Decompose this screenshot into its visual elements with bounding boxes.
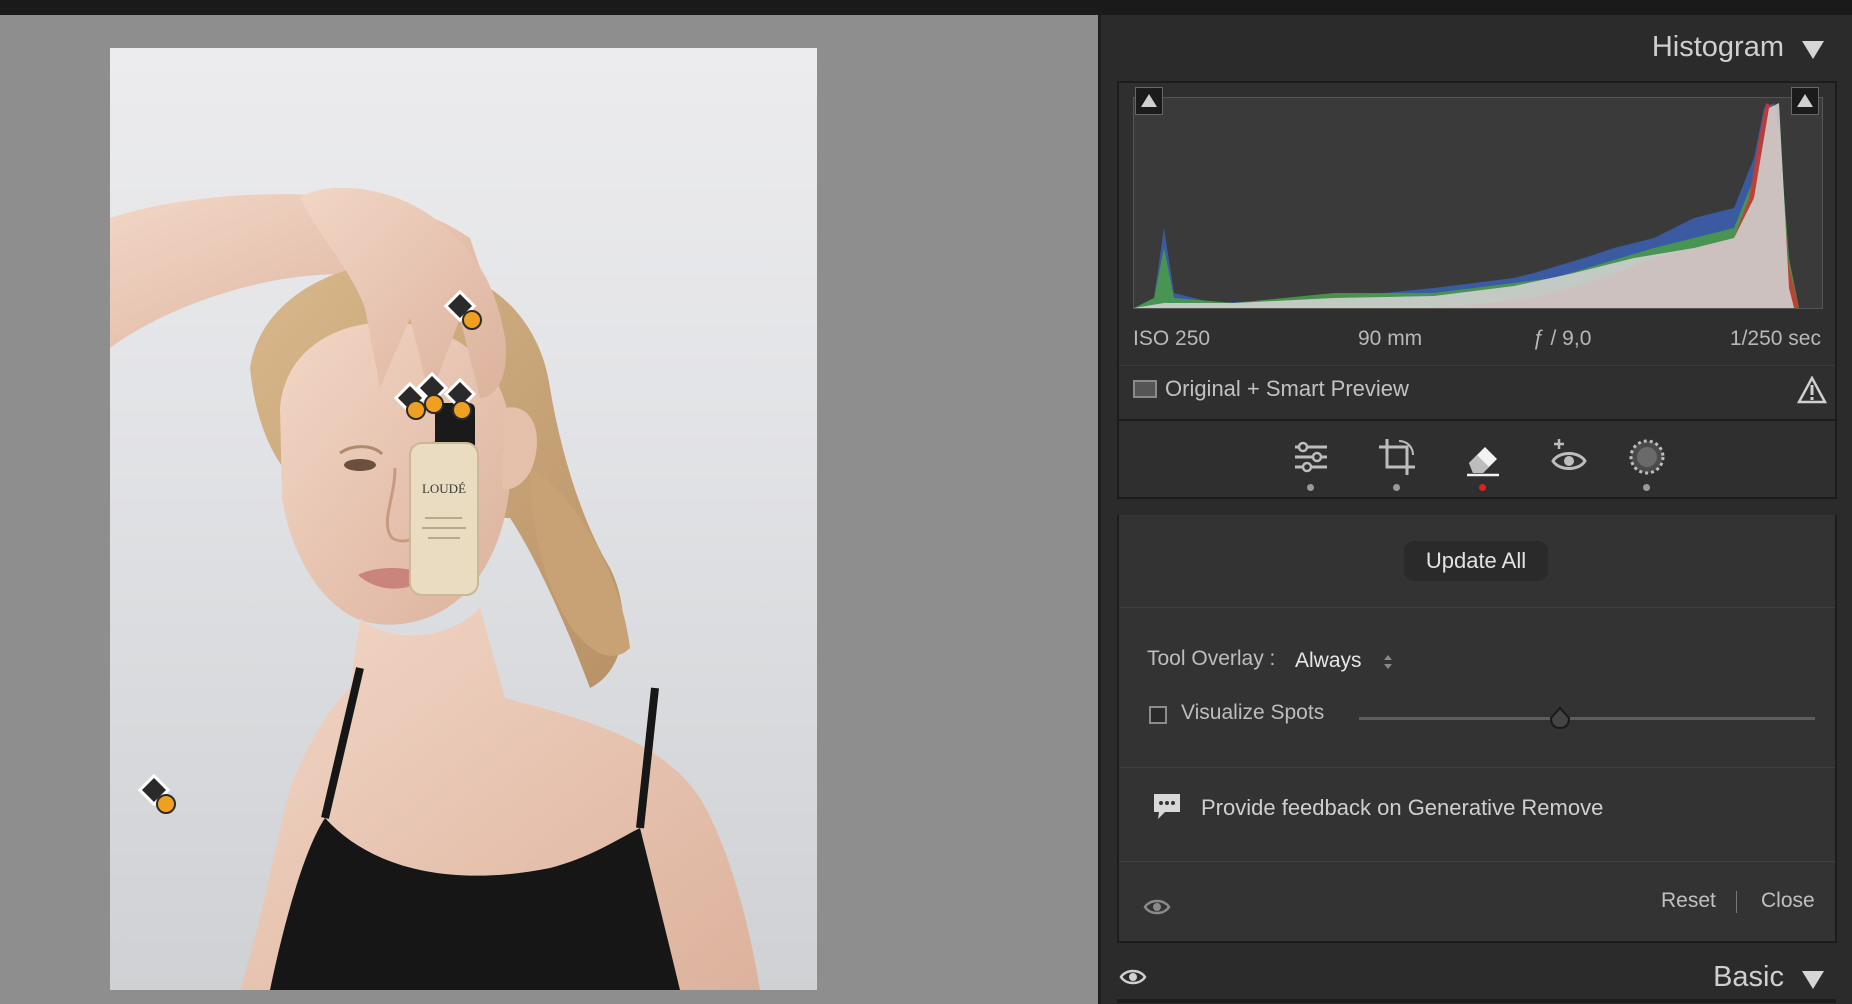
red-eye-icon[interactable] [1547, 435, 1591, 479]
crop-icon[interactable] [1375, 435, 1419, 479]
remove-eraser-icon[interactable] [1461, 435, 1505, 479]
smart-preview-icon [1133, 380, 1157, 398]
tool-indicator-dot [1307, 484, 1314, 491]
feedback-speech-icon[interactable] [1151, 791, 1183, 821]
tool-overlay-label: Tool Overlay : [1147, 647, 1276, 670]
tool-indicator-dot [1643, 484, 1650, 491]
histogram-header[interactable]: Histogram [1101, 15, 1852, 77]
exif-info-row: ISO 250 90 mm ƒ / 9,0 1/250 sec [1133, 327, 1821, 355]
window-top-bar [0, 0, 1852, 15]
divider [1119, 861, 1835, 862]
divider [1117, 999, 1836, 1003]
tool-strip [1117, 419, 1837, 499]
highlight-clipping-toggle-icon[interactable] [1791, 87, 1819, 115]
visualize-spots-checkbox[interactable] [1149, 706, 1167, 724]
portrait-illustration: LOUDÉ [110, 187, 760, 990]
divider [1119, 607, 1835, 608]
masking-icon[interactable] [1625, 435, 1669, 479]
eye-icon[interactable] [1143, 897, 1171, 917]
slider-thumb-icon[interactable] [1548, 706, 1572, 730]
active-tool-dot [1479, 484, 1486, 491]
image-canvas[interactable]: LOUDÉ [0, 15, 1098, 1004]
tool-overlay-select[interactable]: Always [1295, 649, 1362, 673]
shutter-speed-value: 1/250 sec [1729, 327, 1821, 350]
histogram-title: Histogram [1651, 31, 1784, 63]
visualize-spots-slider[interactable] [1359, 717, 1815, 720]
basic-panel-header[interactable]: Basic [1101, 953, 1852, 1003]
develop-right-panel: Histogram ISO 250 90 mm ƒ / 9,0 1/250 se… [1098, 15, 1852, 1004]
tool-indicator-dot [1393, 484, 1400, 491]
collapse-triangle-icon[interactable] [1802, 971, 1824, 989]
collapse-triangle-icon[interactable] [1802, 41, 1824, 59]
photo-preview[interactable]: LOUDÉ [110, 48, 817, 990]
select-updown-icon[interactable] [1383, 653, 1393, 671]
bottle-body [409, 442, 479, 596]
close-button[interactable]: Close [1761, 889, 1815, 913]
histogram-graph [1134, 103, 1799, 308]
visualize-spots-label: Visualize Spots [1181, 701, 1325, 724]
warning-icon[interactable] [1797, 376, 1827, 404]
edit-sliders-icon[interactable] [1289, 435, 1333, 479]
remove-spot-pin[interactable] [137, 773, 176, 814]
divider [1119, 767, 1835, 768]
preview-status-row: Original + Smart Preview [1119, 365, 1835, 416]
bottle-label: LOUDÉ [422, 481, 466, 496]
histogram-plot[interactable] [1133, 97, 1823, 309]
update-all-button[interactable]: Update All [1404, 541, 1548, 581]
aperture-value: ƒ / 9,0 [1533, 327, 1592, 350]
basic-title: Basic [1713, 961, 1784, 993]
reset-button[interactable]: Reset [1661, 889, 1716, 913]
eye-icon[interactable] [1119, 967, 1147, 987]
shadow-clipping-toggle-icon[interactable] [1135, 87, 1163, 115]
focal-length-value: 90 mm [1358, 327, 1423, 350]
histogram-box: ISO 250 90 mm ƒ / 9,0 1/250 sec Original… [1117, 81, 1837, 421]
button-divider [1736, 891, 1737, 913]
preview-status-text: Original + Smart Preview [1165, 376, 1409, 401]
remove-tool-options: Update All Tool Overlay : Always Visuali… [1117, 515, 1837, 943]
feedback-link[interactable]: Provide feedback on Generative Remove [1201, 795, 1603, 821]
iso-value: ISO 250 [1133, 327, 1211, 350]
